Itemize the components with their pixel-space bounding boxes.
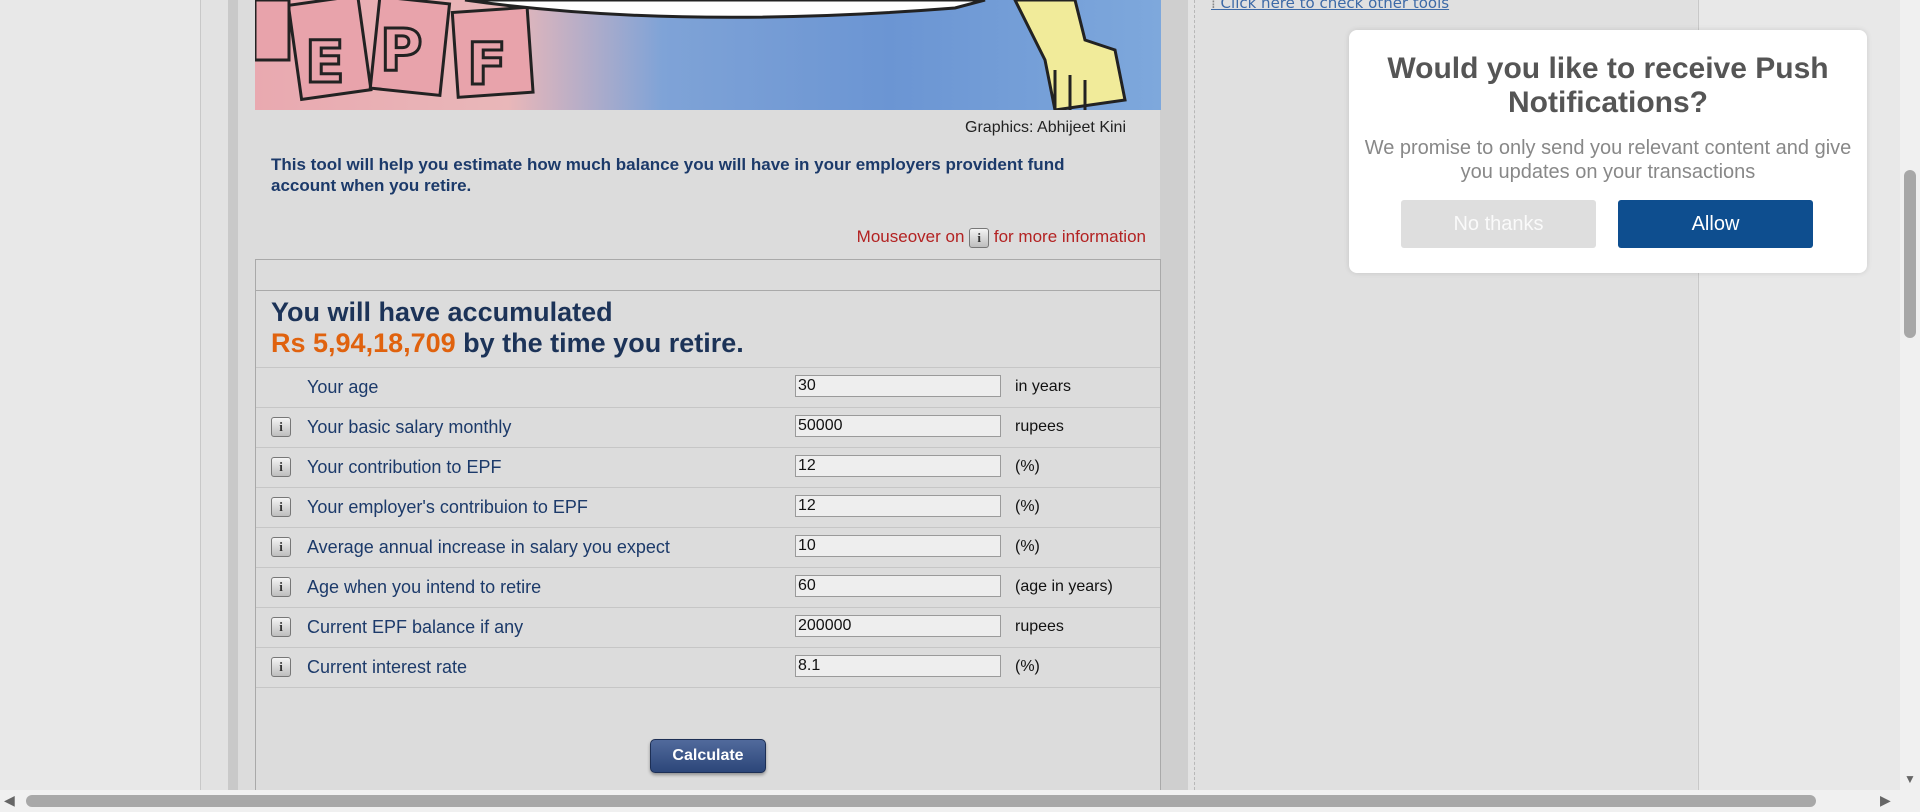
field-label: Age when you intend to retire <box>307 577 542 597</box>
result-heading: You will have accumulated <box>271 297 613 327</box>
scroll-down-arrow-icon[interactable]: ▼ <box>1904 772 1916 786</box>
dialog-title: Would you like to receive Push Notificat… <box>1387 52 1829 119</box>
field-label: Current EPF balance if any <box>307 617 524 637</box>
scroll-right-arrow-icon[interactable]: ▶ <box>1880 792 1891 809</box>
info-icon[interactable]: i <box>271 577 291 597</box>
svg-text:E: E <box>305 28 345 96</box>
vertical-scrollbar[interactable]: ▼ <box>1900 0 1920 790</box>
field-label: Your contribution to EPF <box>307 457 502 477</box>
horizontal-scroll-thumb[interactable] <box>26 795 1816 807</box>
field-input[interactable] <box>795 535 1001 557</box>
intro-text: This tool will help you estimate how muc… <box>271 155 1065 195</box>
vertical-scroll-thumb[interactable] <box>1904 170 1916 338</box>
field-input[interactable] <box>795 615 1001 637</box>
field-list: Your age in years i Your basic salary month… <box>256 368 1160 688</box>
scroll-left-arrow-icon[interactable]: ◀ <box>4 792 15 809</box>
mouseover-hint: Mouseover on i for more information <box>255 227 1146 248</box>
field-row: i Average annual increase in salary you e… <box>256 528 1160 568</box>
info-icon[interactable]: i <box>271 457 291 477</box>
info-icon[interactable]: i <box>271 537 291 557</box>
field-input[interactable] <box>795 415 1001 437</box>
calculate-button[interactable]: Calculate <box>650 739 766 773</box>
info-icon: i <box>969 227 990 248</box>
svg-text:P: P <box>380 16 423 84</box>
field-unit: rupees <box>1015 418 1064 435</box>
field-input[interactable] <box>795 655 1001 677</box>
field-unit: (age in years) <box>1015 578 1113 595</box>
field-unit: (%) <box>1015 538 1040 555</box>
mouseover-before: Mouseover on <box>856 227 965 246</box>
field-input[interactable] <box>795 375 1001 397</box>
result-panel: You will have accumulated Rs 5,94,18,709… <box>256 291 1160 368</box>
banner-image: E P F <box>255 0 1161 110</box>
info-icon[interactable]: i <box>271 497 291 517</box>
field-row: i Your basic salary monthly rupees <box>256 408 1160 448</box>
info-icon[interactable]: i <box>271 657 291 677</box>
field-row: Your age in years <box>256 368 1160 408</box>
field-unit: (%) <box>1015 498 1040 515</box>
push-notification-dialog: Would you like to receive Push Notificat… <box>1349 30 1867 273</box>
dialog-message: We promise to only send you relevant con… <box>1364 137 1852 183</box>
field-label: Your age <box>307 377 379 397</box>
field-unit: rupees <box>1015 618 1064 635</box>
svg-text:F: F <box>467 30 507 98</box>
right-gutter <box>1160 0 1188 790</box>
field-input[interactable] <box>795 575 1001 597</box>
info-icon[interactable]: i <box>271 617 291 637</box>
horizontal-scrollbar[interactable]: ◀ ▶ <box>0 790 1920 812</box>
field-input[interactable] <box>795 455 1001 477</box>
field-unit: in years <box>1015 378 1072 395</box>
field-unit: (%) <box>1015 658 1040 675</box>
result-line: Rs 5,94,18,709 by the time you retire. <box>271 328 1145 359</box>
other-tools-link[interactable]: Click here to check other tools <box>1211 0 1450 12</box>
field-unit: (%) <box>1015 458 1040 475</box>
field-label: Current interest rate <box>307 657 468 677</box>
field-row: i Age when you intend to retire (age in ye… <box>256 568 1160 608</box>
result-amount: Rs 5,94,18,709 <box>271 328 456 358</box>
mouseover-after: for more information <box>993 227 1146 246</box>
field-label: Your employer's contribuion to EPF <box>307 497 588 517</box>
allow-button[interactable]: Allow <box>1618 200 1813 248</box>
result-suffix: by the time you retire. <box>455 328 744 358</box>
graphics-credit: Graphics: Abhijeet Kini <box>965 119 1126 136</box>
field-input[interactable] <box>795 495 1001 517</box>
field-row: i Your employer's contribuion to EPF (%) <box>256 488 1160 528</box>
no-thanks-button[interactable]: No thanks <box>1401 200 1596 248</box>
credit-bar: Graphics: Abhijeet Kini <box>255 110 1161 140</box>
epf-calculator-form: You will have accumulated Rs 5,94,18,709… <box>255 259 1161 800</box>
info-icon[interactable]: i <box>271 417 291 437</box>
field-label: Your basic salary monthly <box>307 417 512 437</box>
left-gutter <box>228 0 238 790</box>
field-row: i Your contribution to EPF (%) <box>256 448 1160 488</box>
form-header-bar <box>256 260 1160 291</box>
field-label: Average annual increase in salary you ex… <box>307 537 670 557</box>
field-row: i Current interest rate (%) <box>256 648 1160 688</box>
field-row: i Current EPF balance if any rupees <box>256 608 1160 648</box>
